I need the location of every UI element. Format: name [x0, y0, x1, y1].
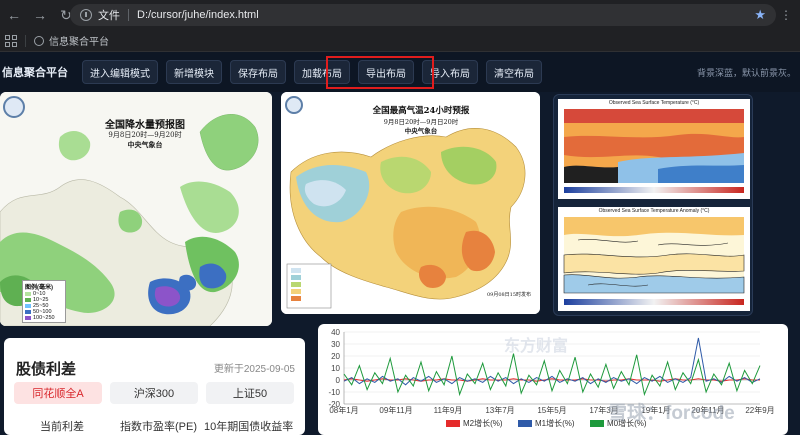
- scheme-label: 文件: [98, 10, 120, 22]
- sst-anomaly-caption: Observed Sea Surface Temperature Anomaly…: [598, 208, 710, 214]
- x-tick-label: 13年7月: [485, 405, 514, 415]
- legend-swatch: [518, 420, 532, 427]
- y-tick-label: 10: [331, 364, 340, 373]
- y-tick-label: -10: [328, 388, 340, 397]
- bookmark-item[interactable]: 信息聚合平台: [49, 33, 109, 48]
- menu-icon[interactable]: ⋮: [780, 8, 792, 22]
- column-pe: 指数市盈率(PE): [120, 421, 197, 433]
- x-tick-label: 09年11月: [379, 405, 412, 415]
- watermark-xueqiu: 雪球：forcode: [608, 403, 735, 424]
- rain-map-issuer: 中央气象台: [127, 140, 163, 149]
- x-tick-label: 15年5月: [537, 405, 566, 415]
- toolbar-hint: 背景深蓝，默认前景灰。: [696, 68, 796, 78]
- sst-panel[interactable]: Observed Sea Surface Temperature (°C) Ob…: [553, 94, 753, 316]
- apps-grid-icon[interactable]: [5, 34, 17, 47]
- info-icon[interactable]: [80, 9, 92, 21]
- rain-map-panel[interactable]: 全国降水量预报图 9月8日20时—9月20时 中央气象台 图例(毫米) 0~10…: [0, 92, 272, 326]
- y-tick-label: 20: [331, 352, 340, 361]
- bookmark-divider: [25, 34, 26, 47]
- legend-swatch: [590, 420, 604, 427]
- rain-legend-title: 图例(毫米): [25, 285, 53, 291]
- clear-layout-button[interactable]: 清空布局: [486, 60, 542, 84]
- y-tick-label: 30: [331, 340, 340, 349]
- url-text[interactable]: D:/cursor/juhe/index.html: [137, 9, 259, 21]
- sst-observed-chart: Observed Sea Surface Temperature (°C): [558, 99, 750, 199]
- temperature-map-issuer: 中央气象台: [404, 127, 438, 135]
- cma-logo: [285, 96, 303, 114]
- watermark-eastmoney: 东方财富: [504, 338, 569, 355]
- forward-icon[interactable]: →: [28, 3, 52, 27]
- browser-top-bar: ← → ↻ 文件 D:/cursor/juhe/index.html ★ ⋮: [0, 0, 800, 30]
- rain-legend-item: 100~250: [25, 315, 63, 321]
- tab-sse50[interactable]: 上证50: [206, 382, 294, 404]
- globe-icon: [34, 35, 44, 46]
- y-tick-label: 40: [331, 328, 340, 337]
- highlight-box: [326, 56, 434, 89]
- x-tick-label: 08年1月: [329, 405, 358, 415]
- temperature-map-title: 全国最高气温24小时预报: [372, 106, 470, 116]
- legend-swatch: [446, 420, 460, 427]
- temperature-map-panel[interactable]: 全国最高气温24小时预报 9月8日20时—9月日20时 中央气象台 09月08日…: [281, 92, 540, 314]
- bookmark-star-icon[interactable]: ★: [754, 7, 766, 23]
- column-bond-yield: 10年期国债收益率: [204, 421, 294, 433]
- add-module-button[interactable]: 新增模块: [166, 60, 222, 84]
- cma-logo: [3, 96, 25, 118]
- tab-csi300[interactable]: 沪深300: [110, 382, 198, 404]
- rain-map-period: 9月8日20时—9月20时: [108, 131, 182, 139]
- column-current-spread: 当前利差: [40, 421, 84, 433]
- legend-label: M2增长(%): [463, 418, 503, 428]
- x-tick-label: 22年9月: [745, 405, 774, 415]
- y-tick-label: 0: [336, 376, 341, 385]
- rain-legend: 图例(毫米) 0~10 10~25 25~50 50~100 100~250: [22, 280, 66, 323]
- legend-label: M1增长(%): [535, 418, 575, 428]
- save-layout-button[interactable]: 保存布局: [230, 60, 286, 84]
- bond-spread-card: 股债利差 更新于2025-09-05 同花顺全A 沪深300 上证50 当前利差…: [4, 338, 305, 435]
- brand-title: 信息聚合平台: [2, 67, 68, 79]
- x-tick-label: 11年9月: [434, 405, 463, 415]
- edit-mode-button[interactable]: 进入编辑模式: [82, 60, 158, 84]
- rain-map-title: 全国降水量预报图: [105, 120, 185, 131]
- sst-observed-caption: Observed Sea Surface Temperature (°C): [608, 100, 700, 106]
- money-supply-chart-panel[interactable]: -20 -10 0 10 20 30 40 08年1月 09年11月 11年9月 13年7月 15年5…: [318, 324, 788, 435]
- series-line-M0增长(%): [343, 353, 761, 397]
- bond-title: 股债利差: [16, 361, 77, 378]
- bond-updated-time: 更新于2025-09-05: [213, 364, 295, 375]
- temperature-map-footer: 09月08日15时发布: [486, 292, 532, 298]
- back-icon[interactable]: ←: [2, 3, 26, 27]
- address-divider: [128, 9, 129, 21]
- sst-anomaly-chart: Observed Sea Surface Temperature Anomaly…: [558, 207, 750, 311]
- bookmarks-bar: 信息聚合平台: [0, 30, 800, 52]
- address-bar[interactable]: 文件 D:/cursor/juhe/index.html ★: [70, 4, 776, 26]
- tab-ths-all-a[interactable]: 同花顺全A: [14, 382, 102, 404]
